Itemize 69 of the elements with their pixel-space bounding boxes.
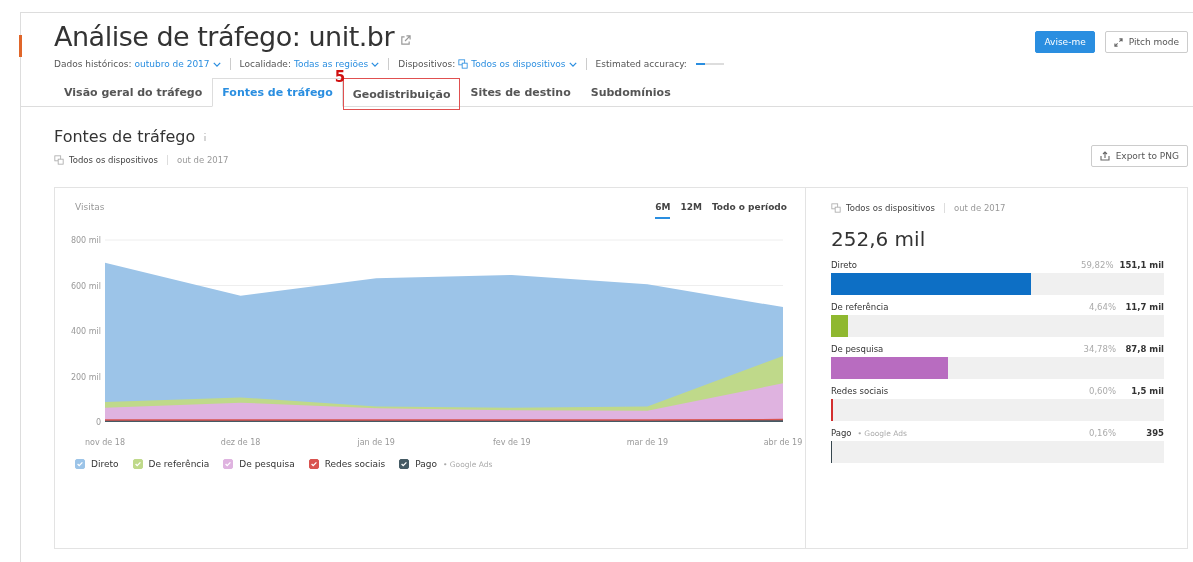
x-tick-label: nov de 18 bbox=[85, 438, 125, 447]
section-title: Fontes de tráfego bbox=[54, 127, 229, 146]
source-percent: 0,60% bbox=[1089, 386, 1116, 396]
y-tick-label: 200 mil bbox=[70, 372, 101, 382]
filter-dropdown[interactable]: Todas as regiões bbox=[293, 59, 380, 69]
period-tab[interactable]: 6M bbox=[655, 202, 671, 219]
devices-icon bbox=[831, 203, 841, 213]
accuracy-label: Estimated accuracy: bbox=[595, 59, 687, 69]
axis-title: Visitas bbox=[75, 202, 105, 214]
source-percent: 4,64% bbox=[1089, 302, 1116, 312]
source-name: De referência bbox=[831, 302, 889, 312]
period-tab[interactable]: Todo o período bbox=[711, 202, 787, 219]
source-percent: 0,16% bbox=[1089, 428, 1116, 438]
source-name: Redes sociais bbox=[831, 386, 889, 396]
devices-icon bbox=[458, 59, 469, 69]
legend-checkbox[interactable] bbox=[308, 459, 319, 469]
filter-label: Dispositivos: bbox=[398, 59, 456, 69]
export-button[interactable]: Export to PNG bbox=[1090, 145, 1188, 167]
legend-label: De pesquisa bbox=[239, 459, 295, 469]
source-name: Direto bbox=[831, 260, 857, 270]
source-value: 151,1 mil bbox=[1119, 260, 1164, 270]
source-percent: 34,78% bbox=[1083, 344, 1116, 354]
x-tick-label: mar de 19 bbox=[626, 438, 669, 447]
y-tick-label: 800 mil bbox=[70, 236, 101, 245]
filter-dropdown[interactable]: outubro de 2017 bbox=[134, 59, 221, 69]
date-label: out de 2017 bbox=[176, 155, 229, 165]
device-label: Todos os dispositivos bbox=[69, 155, 158, 165]
source-name: Pago bbox=[831, 428, 852, 438]
chevron-icon bbox=[568, 61, 577, 67]
tab[interactable]: Subdomínios bbox=[580, 78, 681, 107]
y-tick-label: 400 mil bbox=[70, 327, 101, 336]
chevron-icon bbox=[371, 61, 380, 67]
expand-icon bbox=[1113, 37, 1123, 47]
external-link-icon[interactable] bbox=[400, 35, 412, 46]
filter-dropdown[interactable]: Todos os dispositivos bbox=[458, 59, 577, 69]
source-value: 1,5 mil bbox=[1130, 386, 1164, 396]
devices-icon bbox=[54, 155, 64, 165]
legend-label: De referência bbox=[148, 459, 210, 469]
x-tick-label: fev de 19 bbox=[492, 438, 531, 447]
page-title: Análise de tráfego: unit.br bbox=[54, 21, 395, 52]
source-value: 395 bbox=[1145, 428, 1164, 438]
pitch-mode-button[interactable]: Pitch mode bbox=[1104, 31, 1188, 53]
date-label: out de 2017 bbox=[953, 203, 1006, 213]
upload-icon bbox=[1099, 151, 1110, 161]
period-tab[interactable]: 12M bbox=[680, 202, 702, 219]
x-tick-label: dez de 18 bbox=[220, 438, 261, 447]
source-name: De pesquisa bbox=[831, 344, 884, 354]
filter-label: Dados históricos: bbox=[54, 59, 132, 69]
legend-checkbox[interactable] bbox=[399, 459, 410, 469]
legend-checkbox[interactable] bbox=[75, 459, 85, 469]
legend-label: Pago bbox=[415, 459, 437, 469]
source-percent: 59,82% bbox=[1081, 260, 1114, 270]
tab[interactable]: Visão geral do tráfego bbox=[54, 78, 213, 107]
info-icon[interactable] bbox=[203, 131, 208, 142]
filter-label: Localidade: bbox=[239, 59, 291, 69]
chevron-icon bbox=[212, 61, 221, 67]
y-tick-label: 600 mil bbox=[70, 281, 101, 291]
accent-bar bbox=[19, 35, 22, 57]
tab[interactable]: Sites de destino bbox=[460, 78, 581, 107]
x-tick-label: abr de 19 bbox=[763, 438, 803, 447]
source-value: 11,7 mil bbox=[1124, 302, 1164, 312]
legend-label: Direto bbox=[91, 459, 119, 469]
legend-label: Redes sociais bbox=[324, 459, 386, 469]
source-value: 87,8 mil bbox=[1124, 344, 1164, 354]
legend-checkbox[interactable] bbox=[223, 459, 234, 469]
total-visits: 252,6 mil bbox=[831, 227, 927, 251]
y-tick-label: 0 bbox=[95, 418, 101, 427]
x-tick-label: jan de 19 bbox=[357, 438, 395, 447]
device-label: Todos os dispositivos bbox=[846, 203, 935, 213]
